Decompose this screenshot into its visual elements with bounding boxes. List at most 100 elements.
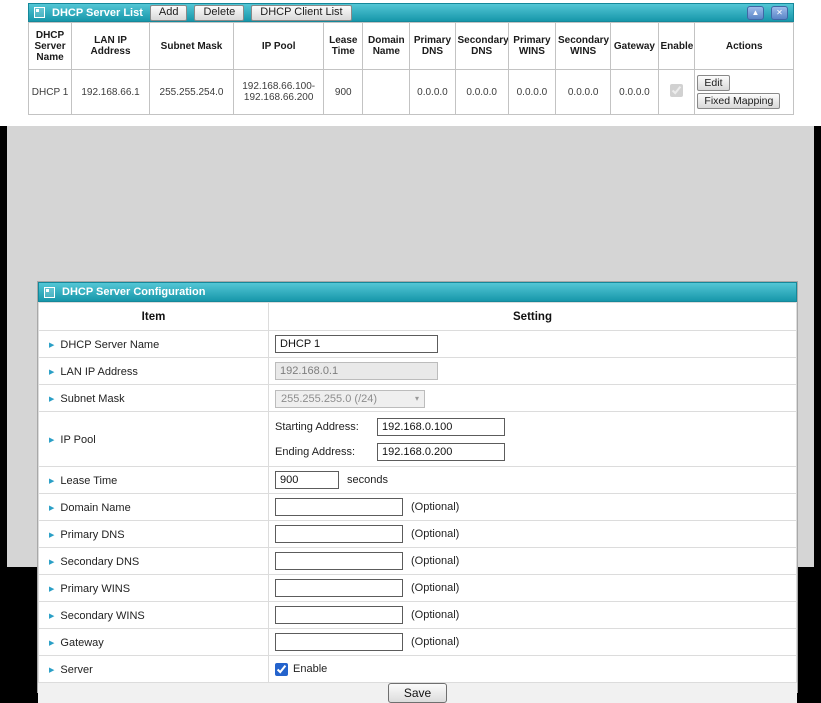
col-dhcp-server-name: DHCP Server Name — [29, 23, 72, 70]
save-area: Save — [38, 683, 797, 703]
bullet-icon: ▶ — [49, 505, 54, 512]
window-icon — [44, 287, 55, 298]
row-domain-name: ▶Domain Name (Optional) — [39, 494, 797, 521]
bullet-icon: ▶ — [49, 532, 54, 539]
dhcp-client-list-button[interactable]: DHCP Client List — [251, 5, 351, 21]
col-gateway: Gateway — [611, 23, 658, 70]
bullet-icon: ▶ — [49, 586, 54, 593]
cell-secondary-dns: 0.0.0.0 — [455, 70, 508, 115]
starting-address-label: Starting Address: — [275, 421, 377, 433]
dhcp-list-title: DHCP Server List — [52, 7, 143, 19]
primary-dns-label: Primary DNS — [60, 529, 124, 541]
cell-lan-ip: 192.168.66.1 — [72, 70, 150, 115]
edit-button[interactable]: Edit — [697, 75, 729, 91]
save-button[interactable]: Save — [388, 683, 447, 703]
bullet-icon: ▶ — [49, 640, 54, 647]
subnet-mask-select[interactable]: 255.255.255.0 (/24) ▾ — [275, 390, 425, 408]
bullet-icon: ▶ — [49, 342, 54, 349]
subnet-mask-label: Subnet Mask — [60, 393, 124, 405]
row-lease-time: ▶Lease Time seconds — [39, 467, 797, 494]
close-button[interactable]: ✕ — [771, 6, 788, 20]
gateway-input[interactable] — [275, 633, 403, 651]
optional-hint: (Optional) — [411, 555, 459, 567]
dhcp-server-list-panel: DHCP Server List Add Delete DHCP Client … — [28, 3, 794, 115]
row-enable-checkbox — [670, 84, 683, 97]
cell-ip-pool: 192.168.66.100-192.168.66.200 — [234, 70, 324, 115]
optional-hint: (Optional) — [411, 528, 459, 540]
secondary-dns-input[interactable] — [275, 552, 403, 570]
cell-enable — [658, 70, 695, 115]
server-enable-option[interactable]: Enable — [275, 663, 794, 676]
primary-wins-label: Primary WINS — [60, 583, 130, 595]
ip-pool-start-input[interactable] — [377, 418, 505, 436]
col-setting: Setting — [269, 303, 797, 331]
cell-primary-wins: 0.0.0.0 — [508, 70, 555, 115]
primary-dns-input[interactable] — [275, 525, 403, 543]
col-primary-dns: Primary DNS — [410, 23, 455, 70]
col-actions: Actions — [695, 23, 794, 70]
dhcp-server-name-input[interactable] — [275, 335, 438, 353]
cell-primary-dns: 0.0.0.0 — [410, 70, 455, 115]
subnet-mask-selected-value: 255.255.255.0 (/24) — [281, 393, 377, 405]
bullet-icon: ▶ — [49, 437, 54, 444]
secondary-dns-label: Secondary DNS — [60, 556, 139, 568]
lan-ip-input[interactable] — [275, 362, 438, 380]
collapse-icon: ▲ — [752, 8, 760, 17]
cell-actions: Edit Fixed Mapping — [695, 70, 794, 115]
primary-wins-input[interactable] — [275, 579, 403, 597]
col-enable: Enable — [658, 23, 695, 70]
fixed-mapping-button[interactable]: Fixed Mapping — [697, 93, 780, 109]
col-ip-pool: IP Pool — [234, 23, 324, 70]
lease-time-input[interactable] — [275, 471, 339, 489]
bullet-icon: ▶ — [49, 478, 54, 485]
lease-time-unit: seconds — [347, 474, 388, 486]
page-background: DHCP Server Configuration Item Setting ▶… — [7, 126, 814, 567]
col-secondary-dns: Secondary DNS — [455, 23, 508, 70]
dhcp-config-header: DHCP Server Configuration — [38, 282, 797, 302]
bullet-icon: ▶ — [49, 396, 54, 403]
cell-secondary-wins: 0.0.0.0 — [555, 70, 610, 115]
optional-hint: (Optional) — [411, 609, 459, 621]
row-subnet-mask: ▶ Subnet Mask 255.255.255.0 (/24) ▾ — [39, 385, 797, 412]
dhcp-config-table: Item Setting ▶DHCP Server Name ▶LAN IP A… — [38, 302, 797, 683]
row-secondary-wins: ▶Secondary WINS (Optional) — [39, 602, 797, 629]
cell-domain-name — [363, 70, 410, 115]
dhcp-server-configuration-panel: DHCP Server Configuration Item Setting ▶… — [37, 281, 798, 693]
col-secondary-wins: Secondary WINS — [555, 23, 610, 70]
col-lease-time: Lease Time — [324, 23, 363, 70]
add-button[interactable]: Add — [150, 5, 188, 21]
domain-name-input[interactable] — [275, 498, 403, 516]
secondary-wins-input[interactable] — [275, 606, 403, 624]
cell-gateway: 0.0.0.0 — [611, 70, 658, 115]
server-enable-checkbox[interactable] — [275, 663, 288, 676]
dhcp-server-name-label: DHCP Server Name — [60, 339, 159, 351]
dhcp-server-list-table: DHCP Server Name LAN IP Address Subnet M… — [28, 22, 794, 115]
config-header-row: Item Setting — [39, 303, 797, 331]
bullet-icon: ▶ — [49, 559, 54, 566]
secondary-wins-label: Secondary WINS — [60, 610, 144, 622]
dhcp-config-title: DHCP Server Configuration — [62, 286, 205, 298]
col-primary-wins: Primary WINS — [508, 23, 555, 70]
col-lan-ip-address: LAN IP Address — [72, 23, 150, 70]
row-secondary-dns: ▶ Secondary DNS (Optional) — [39, 548, 797, 575]
col-domain-name: Domain Name — [363, 23, 410, 70]
cell-subnet-mask: 255.255.254.0 — [149, 70, 233, 115]
list-header-row: DHCP Server Name LAN IP Address Subnet M… — [29, 23, 794, 70]
row-server: ▶Server Enable — [39, 656, 797, 683]
table-row: DHCP 1 192.168.66.1 255.255.254.0 192.16… — [29, 70, 794, 115]
ending-address-label: Ending Address: — [275, 446, 377, 458]
domain-name-label: Domain Name — [60, 502, 130, 514]
dhcp-list-header: DHCP Server List Add Delete DHCP Client … — [28, 3, 794, 22]
gateway-label: Gateway — [60, 637, 103, 649]
close-icon: ✕ — [776, 8, 783, 17]
top-background: DHCP Server List Add Delete DHCP Client … — [0, 0, 821, 126]
window-icon — [34, 7, 45, 18]
delete-button[interactable]: Delete — [194, 5, 244, 21]
ip-pool-end-input[interactable] — [377, 443, 505, 461]
collapse-button[interactable]: ▲ — [747, 6, 764, 20]
lan-ip-address-label: LAN IP Address — [60, 366, 137, 378]
col-subnet-mask: Subnet Mask — [149, 23, 233, 70]
row-primary-wins: ▶Primary WINS (Optional) — [39, 575, 797, 602]
cell-server-name: DHCP 1 — [29, 70, 72, 115]
row-lan-ip-address: ▶LAN IP Address — [39, 358, 797, 385]
